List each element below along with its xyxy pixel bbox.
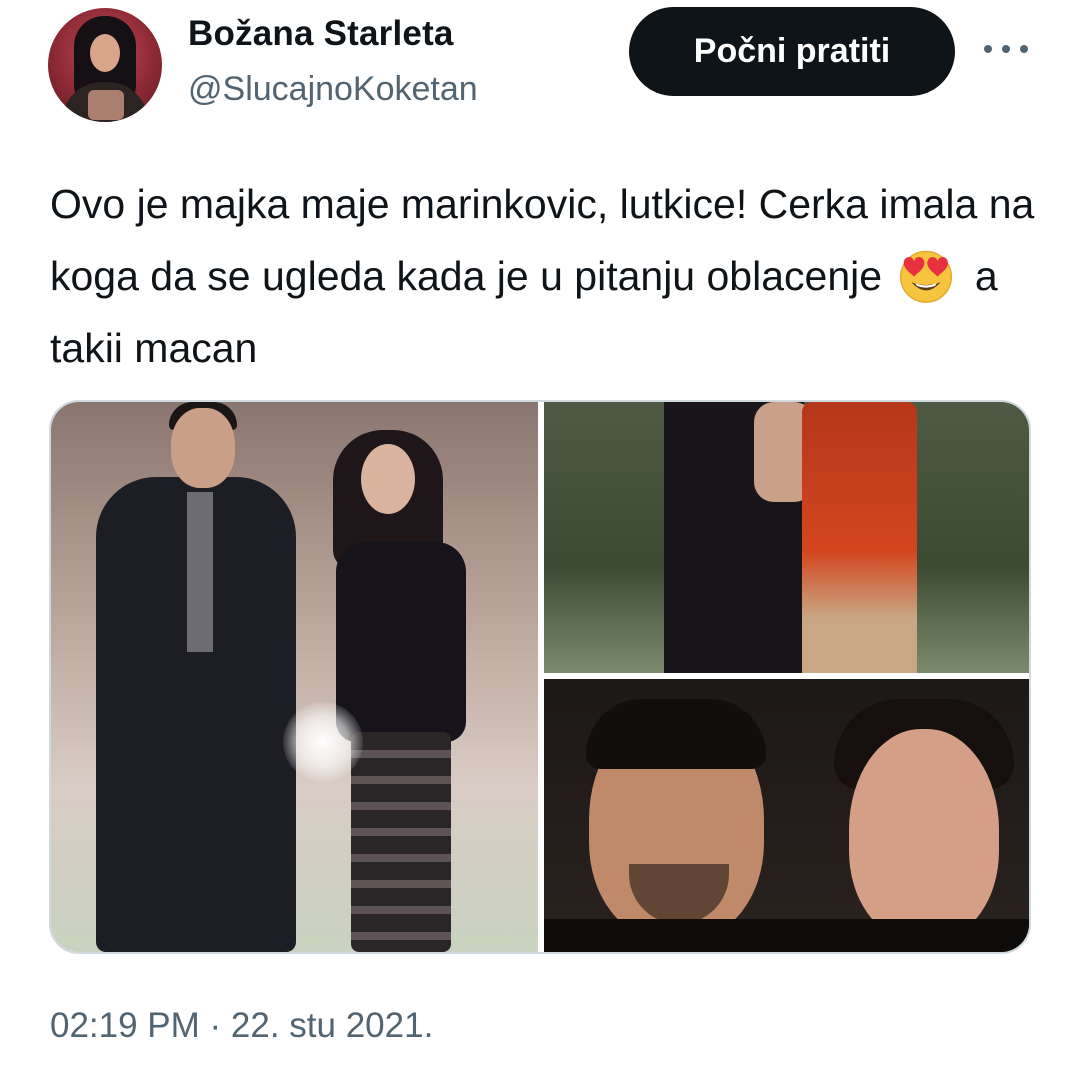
photo-couple-portrait[interactable] (544, 679, 1029, 952)
tweet-text-main: Ovo je majka maje marinkovic, lutkice! C… (50, 181, 1035, 299)
woman-dress (336, 542, 466, 742)
camera-flash (283, 702, 363, 782)
follow-button[interactable]: Počni pratiti (629, 7, 955, 96)
woman-face (849, 729, 999, 939)
author-name[interactable]: Božana Starleta (188, 14, 454, 54)
media-grid[interactable] (49, 400, 1031, 954)
more-dot (984, 45, 992, 53)
photo-red-dress[interactable] (544, 402, 1029, 673)
avatar-shirt-print (88, 90, 124, 120)
avatar[interactable] (48, 8, 162, 122)
more-dot (1002, 45, 1010, 53)
photo-couple-walking[interactable] (51, 402, 538, 952)
man-tie (187, 492, 213, 652)
more-dot (1020, 45, 1028, 53)
man-hair (586, 699, 766, 769)
clothing (544, 919, 1029, 952)
red-dress-figure (802, 402, 917, 673)
avatar-face (90, 34, 120, 72)
woman-legs (351, 732, 451, 952)
heart-eyes-emoji-icon (900, 250, 953, 303)
tweet-timestamp[interactable]: 02:19 PM · 22. stu 2021. (50, 1006, 433, 1046)
woman-face (361, 444, 415, 514)
more-horizontal-icon[interactable] (984, 34, 1028, 64)
man-head (171, 408, 235, 488)
author-handle[interactable]: @SlucajnoKoketan (188, 70, 478, 109)
tweet-text: Ovo je majka maje marinkovic, lutkice! C… (50, 168, 1040, 384)
